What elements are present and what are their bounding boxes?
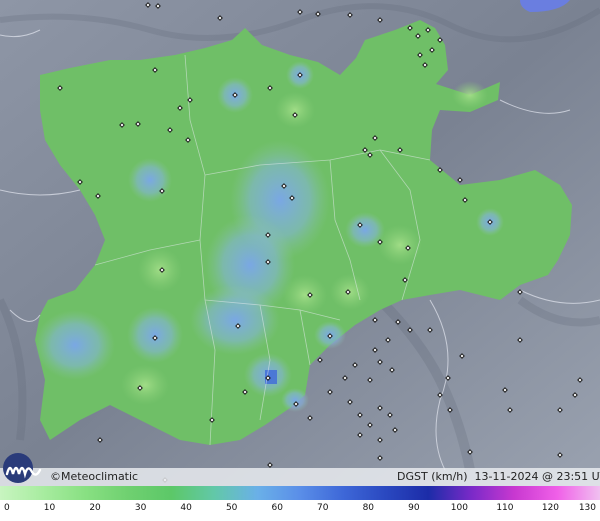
scale-tick-label: 80 <box>362 503 375 513</box>
scale-tick-label: 90 <box>408 503 420 513</box>
scale-tick-label: 30 <box>134 503 147 513</box>
wind-gust-map: ©Meteoclimatic DGST (km/h) 13-11-2024 @ … <box>0 0 600 521</box>
scale-tick-label: 0 <box>4 503 10 513</box>
scale-tick-label: 10 <box>43 503 56 513</box>
scale-tick-label: 40 <box>180 503 192 513</box>
meteoclimatic-logo-icon <box>3 453 42 483</box>
product-datetime: 13-11-2024 @ 23:51 UTC <box>474 470 600 483</box>
scale-tick-label: 110 <box>496 503 514 513</box>
scale-tick-label: 50 <box>225 503 238 513</box>
scale-tick-label: 100 <box>450 503 468 513</box>
map-canvas <box>0 0 600 486</box>
product-label: DGST (km/h) 13-11-2024 @ 23:51 UTC <box>397 470 600 483</box>
scale-tick-label: 60 <box>271 503 283 513</box>
brand-name[interactable]: ©Meteoclimatic <box>50 470 138 483</box>
scale-tick-label: 70 <box>317 503 329 513</box>
product-title: DGST (km/h) <box>397 470 468 483</box>
scale-tick-label: 120 <box>541 503 560 513</box>
color-scale-labels: 0 10 20 30 40 50 60 70 80 90 100 110 120 130 <box>0 500 600 521</box>
color-scale-bar <box>0 486 600 500</box>
scale-tick-label: 20 <box>89 503 101 513</box>
scale-tick-label: 130 <box>578 503 596 513</box>
